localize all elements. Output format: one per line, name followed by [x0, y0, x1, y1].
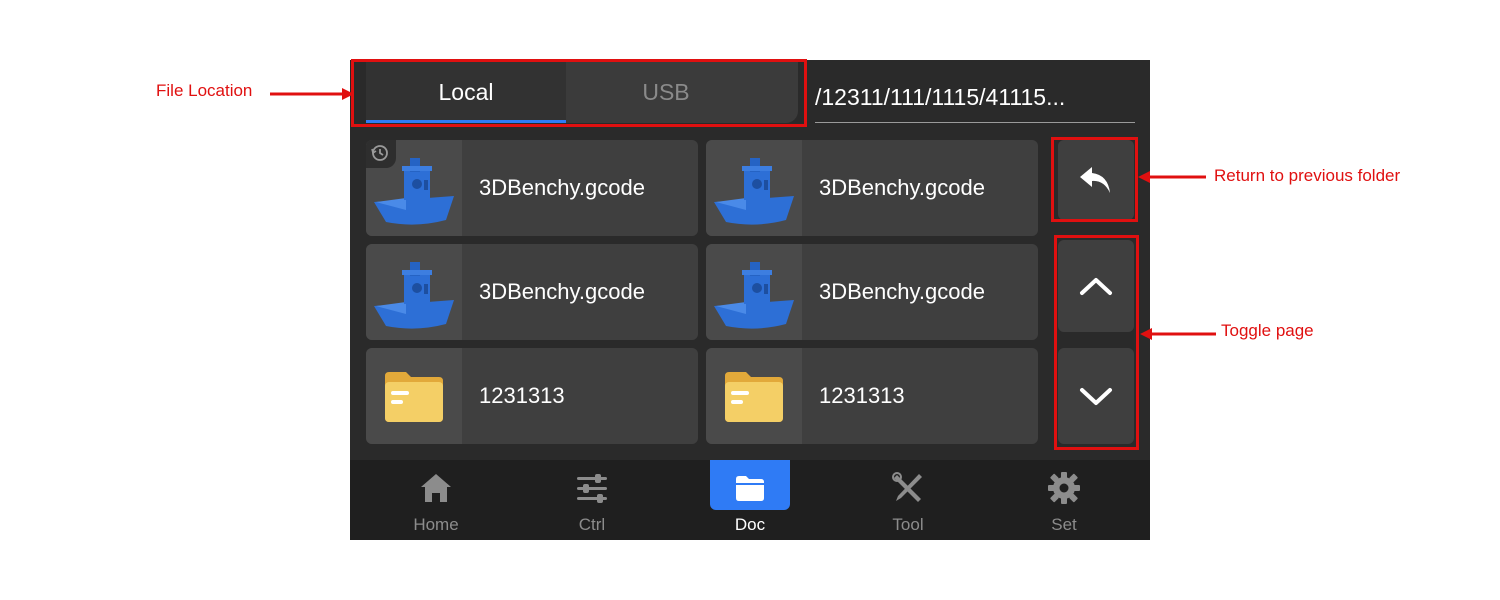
file-name: 3DBenchy.gcode	[479, 175, 645, 200]
nav-doc-label: Doc	[734, 515, 766, 534]
file-card[interactable]: 3DBenchy.gcode	[706, 140, 1038, 236]
folder-name: 1231313	[479, 383, 565, 408]
file-name: 3DBenchy.gcode	[819, 175, 985, 200]
folder-icon	[732, 470, 768, 506]
folder-name: 1231313	[819, 383, 905, 408]
file-name: 3DBenchy.gcode	[479, 279, 645, 304]
current-path: /12311/111/1115/41115...	[815, 76, 1135, 123]
toggle-page-highlight	[1054, 235, 1139, 450]
file-thumbnail	[366, 244, 462, 340]
folder-icon	[725, 372, 783, 422]
nav-ctrl[interactable]: Ctrl	[552, 460, 632, 540]
file-card[interactable]: 3DBenchy.gcode	[706, 244, 1038, 340]
benchy-boat-icon	[714, 158, 794, 225]
toggle-page-annotation: Toggle page	[1221, 321, 1314, 340]
file-thumbnail	[706, 140, 802, 236]
file-thumbnail	[706, 244, 802, 340]
file-location-highlight	[351, 59, 807, 127]
folder-thumbnail	[366, 348, 462, 444]
return-highlight	[1051, 137, 1138, 222]
arrow-left-icon	[270, 88, 354, 100]
arrow-left-icon	[1138, 171, 1206, 183]
return-annotation: Return to previous folder	[1214, 166, 1401, 185]
benchy-boat-icon	[374, 262, 454, 329]
home-icon	[418, 470, 454, 506]
nav-home-label: Home	[413, 515, 459, 534]
folder-card[interactable]: 1231313	[706, 348, 1038, 444]
sliders-icon	[574, 470, 610, 506]
nav-ctrl-label: Ctrl	[578, 515, 606, 534]
gear-icon	[1046, 470, 1082, 506]
nav-set[interactable]: Set	[1024, 460, 1104, 540]
file-card[interactable]: 3DBenchy.gcode	[366, 140, 698, 236]
nav-tool-label: Tool	[892, 515, 924, 534]
printer-screen: Local USB /12311/111/1115/41115... 3DBen…	[350, 60, 1150, 540]
nav-doc[interactable]: Doc	[710, 460, 790, 540]
benchy-boat-icon	[714, 262, 794, 329]
file-card[interactable]: 3DBenchy.gcode	[366, 244, 698, 340]
bottom-navigation: Home Ctrl Doc Tool Set	[350, 460, 1150, 540]
folder-thumbnail	[706, 348, 802, 444]
nav-set-label: Set	[1051, 515, 1077, 534]
file-name: 3DBenchy.gcode	[819, 279, 985, 304]
folder-card[interactable]: 1231313	[366, 348, 698, 444]
arrow-left-icon	[1140, 328, 1216, 340]
nav-home[interactable]: Home	[396, 460, 476, 540]
nav-tool[interactable]: Tool	[868, 460, 948, 540]
tools-icon	[890, 470, 926, 506]
file-location-annotation: File Location	[156, 81, 253, 100]
recent-clock-icon	[366, 140, 396, 168]
folder-icon	[385, 372, 443, 422]
